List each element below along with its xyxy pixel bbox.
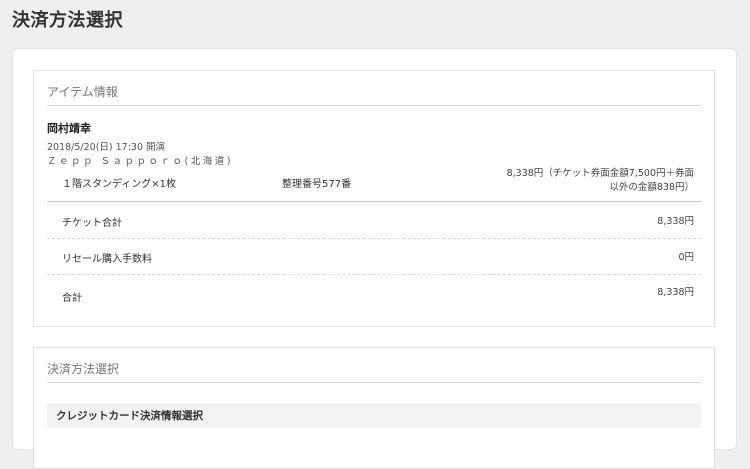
event-venue: Ｚｅｐｐ Ｓａｐｐｏｒｏ(北海道)	[47, 156, 233, 167]
grand-total-row: 合計 8,338円	[47, 274, 701, 310]
credit-card-label: クレジットカード決済情報選択	[56, 410, 203, 422]
item-info-title: アイテム情報	[47, 85, 118, 99]
payment-method-title: 決済方法選択	[47, 362, 120, 376]
ticket-price-line-1: 8,338円（チケット券面金額7,500円＋券面	[506, 168, 694, 179]
ticket-seat-number: 整理番号577番	[282, 179, 352, 190]
item-info-card: アイテム情報 岡村靖幸 2018/5/20(日) 17:30 開演 Ｚｅｐｐ Ｓ…	[33, 70, 715, 327]
grand-total-value: 8,338円	[657, 287, 694, 298]
resale-fee-value: 0円	[678, 252, 694, 263]
payment-method-card: 決済方法選択 クレジットカード決済情報選択	[33, 347, 715, 469]
resale-fee-row: リセール購入手数料 0円	[47, 238, 701, 275]
ticket-total-row: チケット合計 8,338円	[47, 202, 701, 239]
resale-fee-label: リセール購入手数料	[62, 254, 152, 265]
divider	[47, 382, 701, 383]
ticket-total-value: 8,338円	[657, 216, 694, 227]
ticket-price: 8,338円（チケット券面金額7,500円＋券面 以外の金額838円）	[464, 167, 694, 195]
artist-name: 岡村靖幸	[47, 122, 91, 135]
credit-card-option[interactable]: クレジットカード決済情報選択	[47, 403, 701, 428]
main-panel: アイテム情報 岡村靖幸 2018/5/20(日) 17:30 開演 Ｚｅｐｐ Ｓ…	[12, 48, 737, 469]
ticket-total-label: チケット合計	[62, 218, 122, 229]
ticket-row: １階スタンディング×1枚 整理番号577番 8,338円（チケット券面金額7,5…	[47, 167, 701, 202]
event-datetime: 2018/5/20(日) 17:30 開演	[47, 142, 166, 153]
grand-total-label: 合計	[62, 293, 82, 304]
page-title: 決済方法選択	[12, 10, 123, 31]
divider	[47, 105, 701, 106]
ticket-price-line-2: 以外の金額838円）	[609, 182, 694, 193]
ticket-type: １階スタンディング×1枚	[62, 179, 177, 190]
